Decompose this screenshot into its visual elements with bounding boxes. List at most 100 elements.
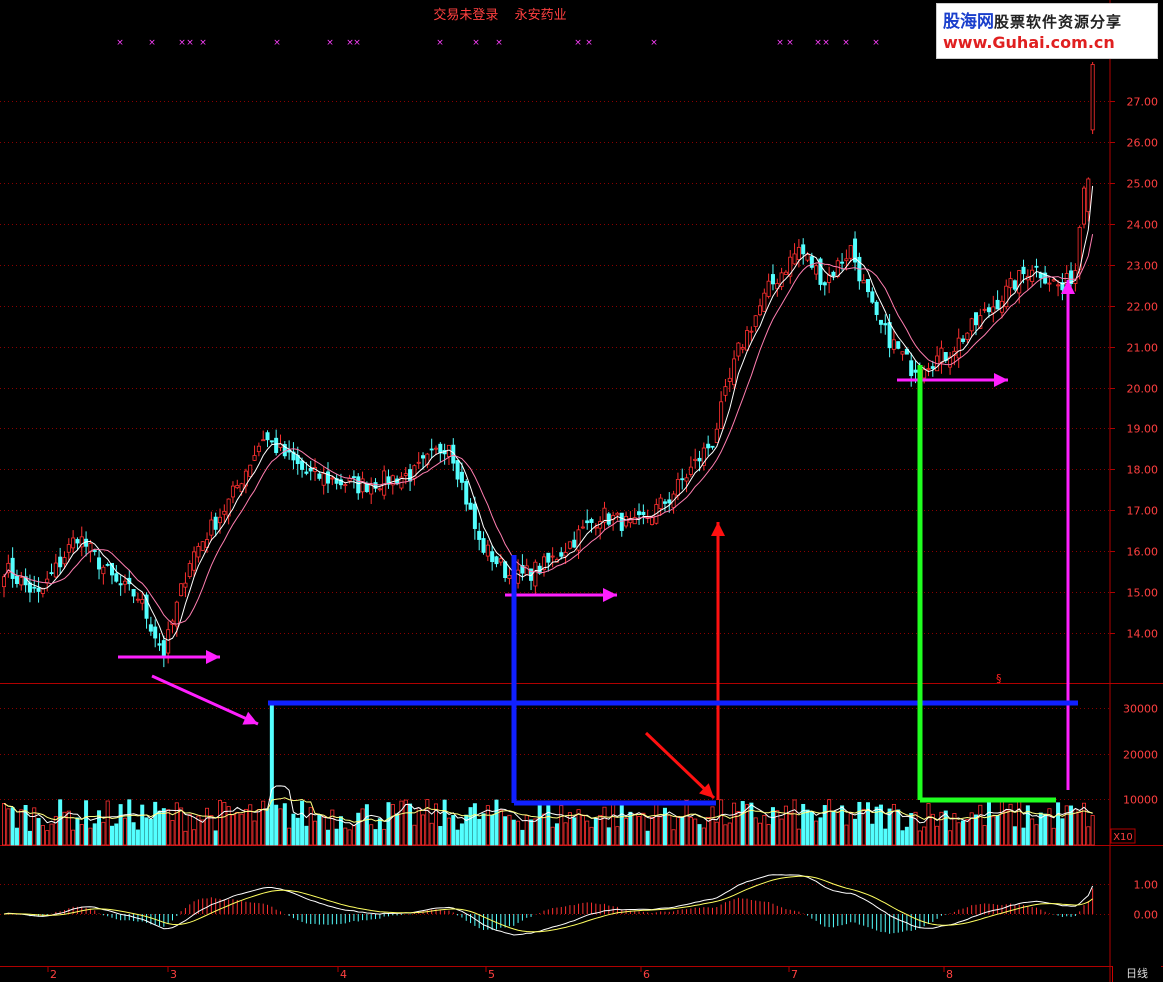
- candle-body: [831, 271, 836, 277]
- volume-bar: [1017, 800, 1022, 846]
- login-status: 交易未登录: [433, 8, 499, 23]
- volume-bar: [325, 829, 330, 846]
- candle-body: [710, 445, 715, 448]
- signal-mark: ×: [148, 38, 156, 48]
- volume-bar: [710, 806, 715, 846]
- volume-bar: [10, 807, 15, 846]
- volume-bar: [40, 825, 45, 846]
- volume-bar: [243, 808, 248, 846]
- volume-bar: [416, 807, 421, 846]
- candle-body: [377, 488, 382, 491]
- volume-bar: [265, 808, 270, 846]
- x-tick-label: 3: [170, 968, 177, 981]
- volume-bar: [382, 828, 387, 846]
- volume-bar: [304, 825, 309, 846]
- volume-bar: [511, 819, 516, 846]
- price-tick-label: 16.00: [1127, 546, 1159, 559]
- candle-body: [770, 274, 775, 285]
- volume-bar: [256, 809, 261, 846]
- volume-bar: [174, 802, 179, 846]
- volume-bar: [637, 816, 642, 846]
- candle-body: [416, 461, 421, 464]
- candle-body: [572, 539, 577, 548]
- volume-bar: [749, 802, 754, 846]
- volume-bar: [1090, 815, 1095, 846]
- volume-bar: [105, 800, 110, 846]
- signal-mark: ×: [436, 38, 444, 48]
- volume-bar: [719, 799, 724, 846]
- volume-bar: [645, 830, 650, 846]
- candle-body: [135, 598, 140, 601]
- signal-mark: ×: [353, 38, 361, 48]
- candle-body: [235, 485, 240, 489]
- volume-bar: [546, 802, 551, 846]
- candle-body: [662, 501, 667, 504]
- candle-body: [274, 437, 279, 453]
- volume-bar: [187, 814, 192, 846]
- macd-dif-line: [3, 874, 1094, 936]
- candle-body: [92, 550, 97, 552]
- price-tick-label: 14.00: [1127, 628, 1159, 641]
- volume-bar: [459, 823, 464, 846]
- volume-bar: [291, 813, 296, 846]
- volume-bar: [166, 809, 171, 846]
- volume-bar: [999, 801, 1004, 846]
- volume-bar: [762, 815, 767, 846]
- candle-body: [213, 516, 218, 530]
- candle-body: [684, 477, 689, 482]
- volume-bar: [753, 817, 758, 846]
- volume-bar: [369, 824, 374, 846]
- price-tick-label: 23.00: [1127, 260, 1159, 273]
- volume-bar: [844, 824, 849, 846]
- stock-chart[interactable]: 14.0015.0016.0017.0018.0019.0020.0021.00…: [0, 0, 1163, 982]
- price-tick-label: 22.00: [1127, 301, 1159, 314]
- candle-body: [619, 512, 624, 531]
- candle-body: [969, 318, 974, 332]
- volume-bar: [209, 815, 214, 846]
- candle-body: [1086, 178, 1091, 213]
- candle-body: [861, 279, 866, 284]
- candle-body: [10, 557, 15, 579]
- volume-bar: [831, 811, 836, 846]
- volume-bar: [978, 804, 983, 846]
- candle-body: [883, 323, 888, 326]
- candle-body: [606, 513, 611, 525]
- volume-bar: [961, 820, 966, 846]
- signal-mark: ×: [326, 38, 334, 48]
- candle-body: [472, 503, 477, 529]
- candle-body: [105, 564, 110, 566]
- candle-body: [66, 544, 71, 553]
- candle-body: [783, 271, 788, 275]
- candle-body: [1034, 265, 1039, 268]
- candle-body: [507, 574, 512, 579]
- volume-tick-label: 20000: [1123, 749, 1158, 762]
- volume-bar: [585, 820, 590, 846]
- candle-body: [706, 443, 711, 449]
- candle-body: [157, 643, 162, 646]
- candle-body: [62, 557, 67, 565]
- volume-bar: [1073, 808, 1078, 846]
- volume-bar: [58, 799, 63, 846]
- volume-bar: [313, 820, 318, 846]
- volume-bar: [200, 819, 205, 846]
- volume-bar: [66, 810, 71, 846]
- candle-body: [58, 556, 63, 568]
- candle-body: [870, 291, 875, 303]
- signal-mark: ×: [178, 38, 186, 48]
- volume-bar: [835, 811, 840, 846]
- volume-bar: [732, 802, 737, 846]
- volume-bar: [92, 823, 97, 846]
- volume-bar: [593, 818, 598, 846]
- candle-body: [308, 468, 313, 472]
- volume-bar: [680, 816, 685, 846]
- volume-bar: [982, 825, 987, 846]
- volume-bar: [796, 828, 801, 846]
- period-label[interactable]: 日线: [1112, 966, 1161, 982]
- candle-body: [490, 551, 495, 563]
- candle-body: [1047, 282, 1052, 285]
- candle-body: [986, 307, 991, 313]
- volume-bar: [364, 804, 369, 846]
- volume-bar: [205, 807, 210, 846]
- price-tick-label: 15.00: [1127, 587, 1159, 600]
- volume-bar: [386, 802, 391, 846]
